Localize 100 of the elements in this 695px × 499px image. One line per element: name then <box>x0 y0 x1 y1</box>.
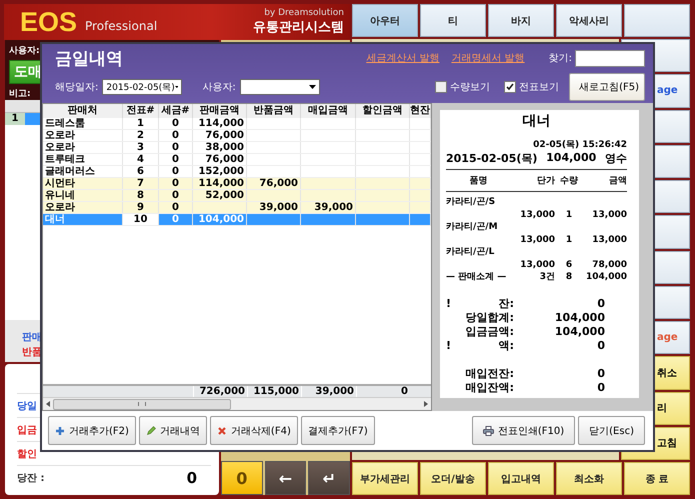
table-cell: 트루테크 <box>45 154 85 165</box>
summary-label: 매입전잔: <box>466 367 514 380</box>
table-cell: 39,000 <box>314 202 353 213</box>
table-cell: 52,000 <box>205 190 244 201</box>
total-cell: 39,000 <box>315 386 354 397</box>
summary-label: 입금금액: <box>466 325 514 338</box>
table-row[interactable]: 드레스룸 1 0 114,000 <box>43 118 431 130</box>
item-name: 카라티/곤/M <box>446 222 498 232</box>
table-cell: 39,000 <box>259 202 298 213</box>
action-button[interactable]: 전표인쇄(F10) <box>472 416 576 445</box>
table-row[interactable]: 트루테크 4 0 76,000 <box>43 154 431 166</box>
table-row[interactable]: 오로라 9 0 39,000 39,000 <box>43 202 431 214</box>
table-cell: 드레스룸 <box>45 118 85 129</box>
table-cell: 114,000 <box>198 178 244 189</box>
table-cell: 7 <box>137 178 144 189</box>
dialog-title: 금일내역 <box>55 48 123 70</box>
total-cell: 726,000 <box>199 386 245 397</box>
table-cell: 대너 <box>45 214 65 225</box>
item-amount: 13,000 <box>591 234 627 246</box>
refresh-button[interactable]: 새로고침(F5) <box>569 73 645 101</box>
row-number: 1 <box>5 113 25 125</box>
table-cell: 0 <box>172 214 179 225</box>
date-dropdown[interactable]: 2015-02-05(목) <box>102 79 182 95</box>
key-button[interactable]: ↵ <box>308 461 350 495</box>
category-button[interactable]: 바지 <box>488 4 554 37</box>
table-cell: 시먼타 <box>45 178 75 189</box>
table-cell: 유니네 <box>45 190 75 201</box>
column-header: 세금# <box>159 104 193 118</box>
summary-value: 0 <box>597 297 605 310</box>
table-cell: 2 <box>137 130 144 141</box>
table-cell: 114,000 <box>198 118 244 129</box>
printer-icon <box>482 426 494 436</box>
item-price: 13,000 <box>519 209 555 221</box>
table-cell: 0 <box>172 202 179 213</box>
function-button[interactable]: 종 료 <box>624 462 690 495</box>
table-cell: 38,000 <box>205 142 244 153</box>
function-button[interactable]: 최소화 <box>556 462 622 495</box>
close-icon <box>216 426 227 436</box>
action-button[interactable]: 결제추가(F7) <box>300 416 375 445</box>
product-title: 유통관리시스템 <box>253 19 344 36</box>
table-cell: 76,000 <box>259 178 298 189</box>
receipt-column: 수량 <box>555 174 583 187</box>
note-label: 비고: <box>9 88 31 100</box>
summary-label: 당일합계: <box>466 311 514 324</box>
table-cell: 1 <box>137 118 144 129</box>
search-field[interactable] <box>575 50 645 66</box>
total-label: 당잔 : <box>17 472 44 484</box>
summary-value: 104,000 <box>554 325 605 338</box>
table-cell: 글래머러스 <box>45 166 95 177</box>
scrollbar[interactable] <box>43 397 431 410</box>
receipt-title: 대너 <box>522 112 552 130</box>
plus-icon <box>55 426 65 436</box>
checkbox[interactable] <box>504 81 516 93</box>
table-row[interactable]: 오로라 2 0 76,000 <box>43 130 431 142</box>
table-cell: 0 <box>172 190 179 201</box>
item-name: 카라티/곤/L <box>446 247 494 257</box>
category-button[interactable]: 아우터 <box>352 4 418 37</box>
table-cell: 3 <box>137 142 144 153</box>
checkbox[interactable] <box>435 81 447 93</box>
user-label: 사용자: <box>9 45 40 57</box>
action-button[interactable]: 닫기(Esc) <box>578 416 645 445</box>
column-header: 전표# <box>123 104 159 118</box>
function-button[interactable]: 부가세관리 <box>352 462 418 495</box>
action-button[interactable]: 거래삭제(F4) <box>210 416 298 445</box>
user-label: 사용자: <box>202 81 236 94</box>
key-button[interactable]: 0 <box>221 461 263 495</box>
table-cell: 76,000 <box>205 154 244 165</box>
vendor-text: by Dreamsolution <box>264 8 344 18</box>
table-cell: 오로라 <box>45 202 75 213</box>
table-row[interactable]: 오로라 3 0 38,000 <box>43 142 431 154</box>
action-button[interactable]: 거래추가(F2) <box>48 416 136 445</box>
item-quantity: 1 <box>564 234 574 246</box>
action-button[interactable]: 거래내역 <box>138 416 207 445</box>
summary-value: 0 <box>597 339 605 352</box>
receipt-type: 영수 <box>605 151 627 166</box>
category-button[interactable]: 티 <box>420 4 486 37</box>
function-button[interactable]: 입고내역 <box>488 462 554 495</box>
subtotal-count: 3건 <box>538 271 555 283</box>
glyph-mark: ! <box>446 297 452 310</box>
key-button[interactable]: ← <box>264 461 306 495</box>
receipt-column: 품명 <box>446 174 511 187</box>
subtotal-label: — 판매소계 — <box>446 271 508 283</box>
total-label: 입금 <box>17 424 37 436</box>
summary-label: 잔: <box>498 297 514 310</box>
table-row[interactable]: 대너 10 0 104,000 <box>43 214 431 226</box>
summary-value: 0 <box>597 367 605 380</box>
item-amount: 78,000 <box>591 259 627 271</box>
column-header: 할인금액 <box>356 104 410 118</box>
category-button[interactable]: 악세사리 <box>556 4 622 37</box>
item-amount: 13,000 <box>591 209 627 221</box>
table-row[interactable]: 시먼타 7 0 114,000 76,000 <box>43 178 431 190</box>
user-dropdown[interactable] <box>240 79 320 95</box>
table-cell: 0 <box>172 166 179 177</box>
table-cell: 9 <box>137 202 144 213</box>
column-header: 반품금액 <box>247 104 301 118</box>
pencil-icon <box>146 426 156 436</box>
function-button[interactable]: 오더/발송 <box>420 462 486 495</box>
table-cell: 152,000 <box>198 166 244 177</box>
table-row[interactable]: 유니네 8 0 52,000 <box>43 190 431 202</box>
table-cell: 0 <box>172 142 179 153</box>
